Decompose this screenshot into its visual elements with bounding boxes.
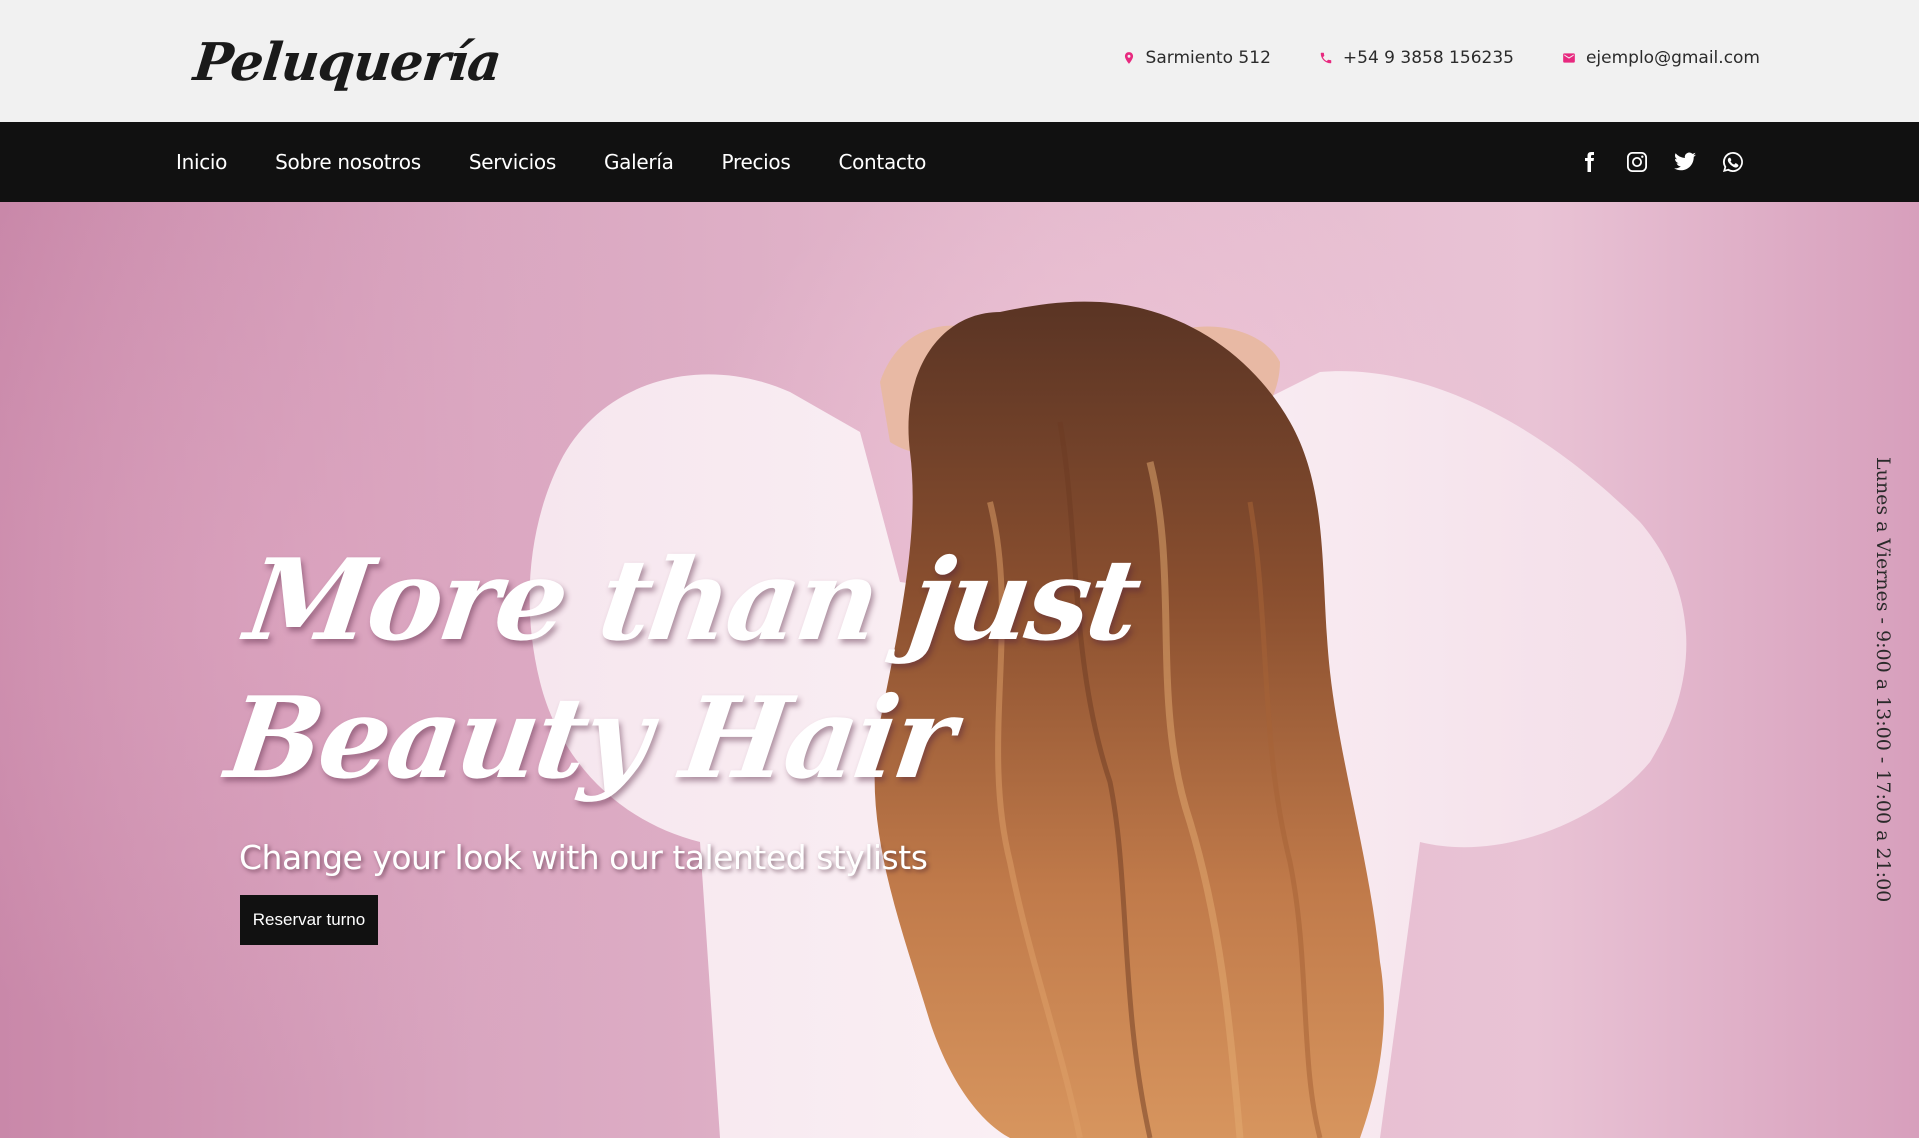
phone-text: +54 9 3858 156235	[1342, 48, 1514, 68]
social-links	[1577, 122, 1745, 202]
map-pin-icon	[1124, 52, 1133, 64]
main-navigation: Inicio Sobre nosotros Servicios Galería …	[0, 122, 1919, 202]
email-item[interactable]: ejemplo@gmail.com	[1562, 48, 1760, 68]
logo[interactable]: Peluquería	[176, 14, 504, 110]
facebook-icon[interactable]	[1577, 150, 1601, 174]
whatsapp-icon[interactable]	[1721, 150, 1745, 174]
nav-menu: Inicio Sobre nosotros Servicios Galería …	[176, 122, 926, 202]
address-text: Sarmiento 512	[1145, 48, 1271, 68]
hero-headline: More than just Beauty Hair	[219, 532, 1147, 808]
twitter-icon[interactable]	[1673, 150, 1697, 174]
phone-item[interactable]: +54 9 3858 156235	[1319, 48, 1514, 68]
headline-line-1: More than just	[238, 535, 1146, 666]
nav-item-precios[interactable]: Precios	[722, 150, 791, 174]
headline-line-2: Beauty Hair	[219, 673, 961, 804]
contact-info: Sarmiento 512 +54 9 3858 156235 ejemplo@…	[1122, 48, 1760, 68]
nav-item-servicios[interactable]: Servicios	[469, 150, 556, 174]
book-appointment-button[interactable]: Reservar turno	[240, 895, 378, 945]
brand-name: Peluquería	[190, 31, 504, 93]
opening-hours: Lunes a Viernes - 9:00 a 13:00 - 17:00 a…	[1872, 457, 1894, 903]
hero-subtitle: Change your look with our talented styli…	[239, 838, 928, 877]
phone-icon	[1320, 52, 1332, 64]
nav-item-galeria[interactable]: Galería	[604, 150, 674, 174]
hero-banner: More than just Beauty Hair Change your l…	[0, 202, 1919, 1138]
envelope-icon	[1563, 53, 1575, 63]
nav-item-contacto[interactable]: Contacto	[838, 150, 926, 174]
nav-item-sobre-nosotros[interactable]: Sobre nosotros	[275, 150, 421, 174]
top-bar: Peluquería Sarmiento 512 +54 9 3858 1562…	[0, 0, 1919, 122]
nav-item-inicio[interactable]: Inicio	[176, 150, 227, 174]
instagram-icon[interactable]	[1625, 150, 1649, 174]
email-text: ejemplo@gmail.com	[1585, 48, 1760, 68]
address-item: Sarmiento 512	[1122, 48, 1271, 68]
